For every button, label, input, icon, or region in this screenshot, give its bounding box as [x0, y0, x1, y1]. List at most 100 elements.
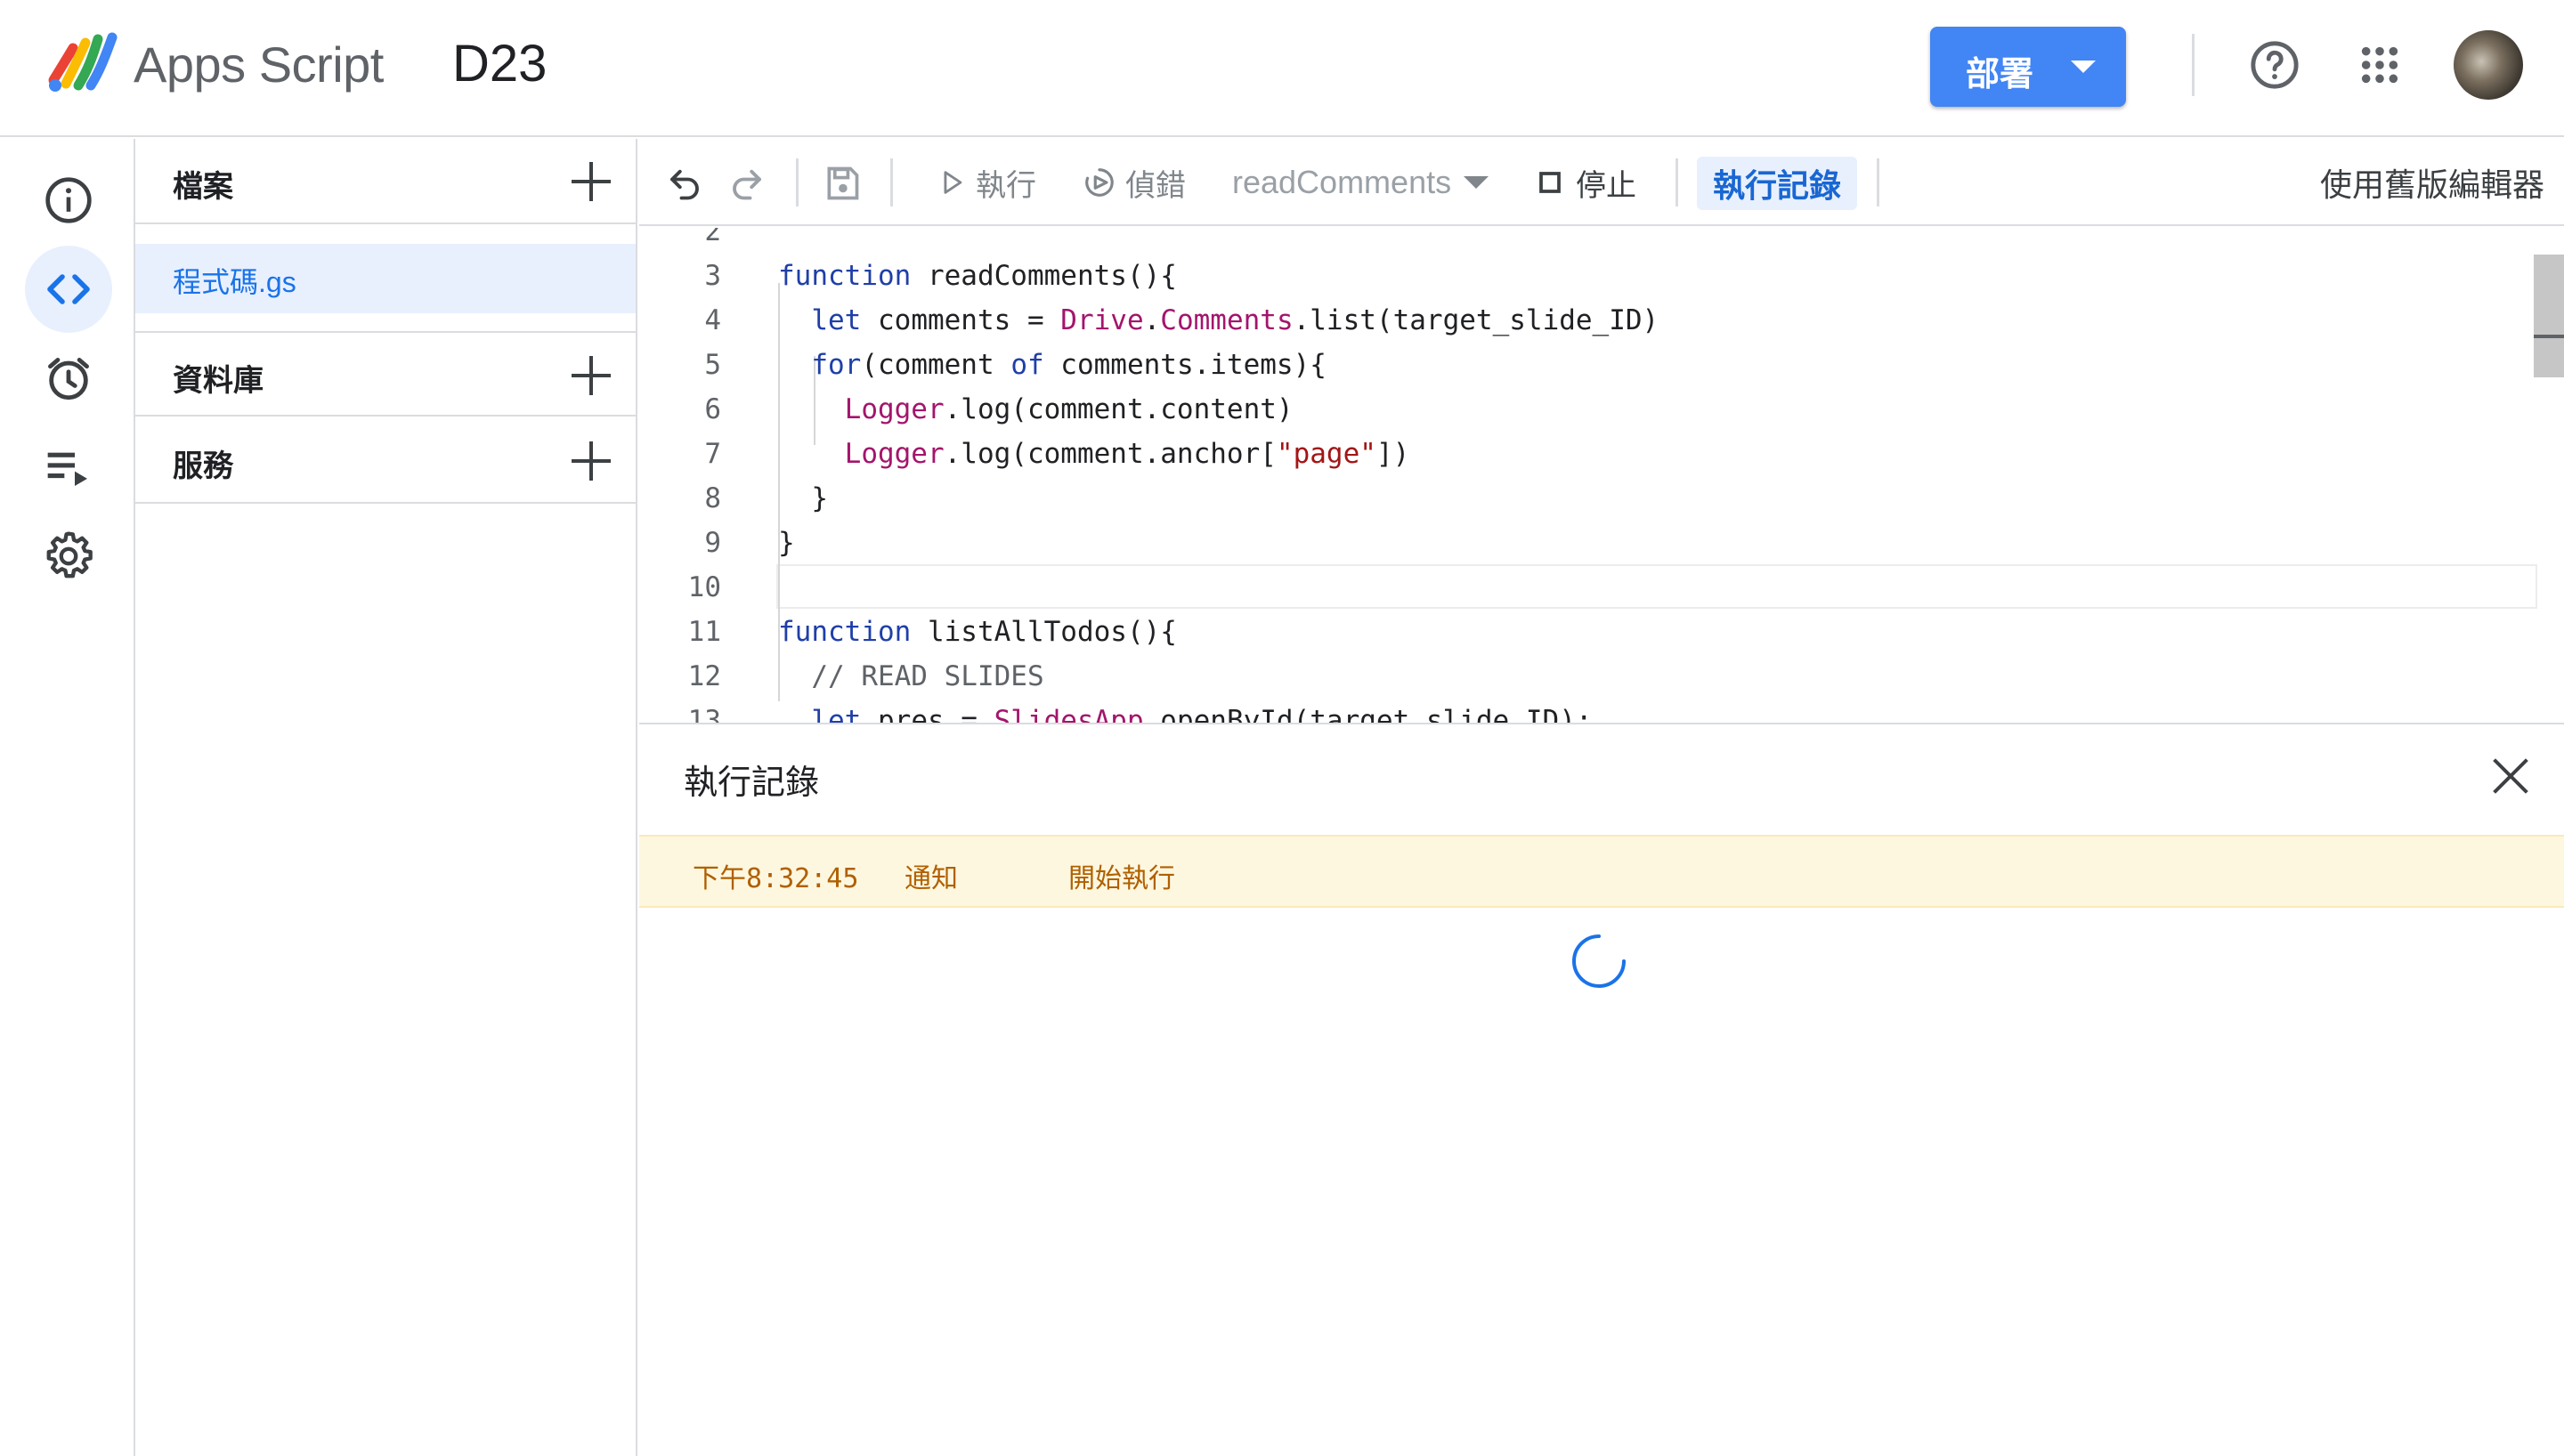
- line-number: 7: [704, 438, 721, 470]
- debug-button[interactable]: 偵錯: [1083, 139, 1186, 226]
- code-line: 9 }: [639, 520, 2536, 564]
- gear-icon: [46, 531, 93, 578]
- add-file-icon[interactable]: [572, 162, 611, 201]
- stop-icon: [1539, 172, 1561, 193]
- debug-icon: [1085, 168, 1114, 197]
- toolbar-divider: [890, 158, 893, 206]
- line-number: 8: [704, 482, 721, 514]
- line-number: 2: [704, 228, 721, 247]
- scrollbar-position-marker: [2534, 335, 2564, 338]
- editor-toolbar: 執行 偵錯 readComments 停止 執行記錄 使用舊版編輯器: [639, 139, 2564, 226]
- rail-executions[interactable]: [25, 424, 112, 511]
- toolbar-divider: [1676, 158, 1678, 206]
- code-text: Logger.log(comment.anchor["page"]): [844, 438, 1410, 470]
- line-number: 9: [704, 527, 721, 559]
- line-number: 3: [704, 260, 721, 292]
- account-avatar[interactable]: [2454, 30, 2523, 100]
- code-line: 6 Logger.log(comment.content): [639, 386, 2536, 431]
- deploy-button[interactable]: 部署: [1930, 27, 2126, 107]
- files-section-header: 檔案: [135, 139, 636, 224]
- project-title[interactable]: D23: [452, 34, 547, 93]
- function-select-value: readComments: [1232, 164, 1452, 200]
- code-line: 13 let pres = SlidesApp.openById(target_…: [639, 698, 2536, 723]
- navigation-rail: [0, 139, 135, 1456]
- code-line: 4 let comments = Drive.Comments.list(tar…: [639, 297, 2536, 342]
- code-line: 10: [639, 564, 2536, 609]
- line-number: 13: [687, 705, 721, 723]
- line-number: 4: [704, 304, 721, 336]
- libraries-section-header: 資料庫: [135, 331, 636, 417]
- code-text: Logger.log(comment.content): [844, 393, 1294, 425]
- file-name: 程式碼.gs: [173, 266, 296, 298]
- redo-icon[interactable]: [728, 164, 766, 201]
- chevron-down-icon: [2071, 61, 2096, 73]
- run-label: 執行: [976, 168, 1036, 203]
- line-number: 11: [687, 616, 721, 648]
- execution-log-panel: 執行記錄 下午8:32:45 通知 開始執行: [639, 723, 2564, 1456]
- services-title: 服務: [173, 449, 233, 483]
- code-text: let comments = Drive.Comments.list(targe…: [811, 304, 1659, 336]
- code-line: 8 }: [639, 475, 2536, 520]
- function-select[interactable]: readComments: [1232, 139, 1489, 226]
- rail-settings[interactable]: [25, 513, 112, 600]
- stop-button[interactable]: 停止: [1537, 139, 1636, 226]
- close-icon[interactable]: [2491, 756, 2530, 796]
- code-text: let pres = SlidesApp.openById(target_sli…: [811, 705, 1593, 723]
- rail-editor[interactable]: [25, 246, 112, 333]
- alarm-clock-icon: [48, 358, 89, 400]
- log-panel-title: 執行記錄: [684, 764, 820, 802]
- legacy-editor-button[interactable]: 使用舊版編輯器: [2320, 139, 2544, 226]
- libraries-title: 資料庫: [173, 364, 264, 398]
- code-icon: [47, 274, 90, 304]
- files-title: 檔案: [173, 170, 233, 204]
- rail-triggers[interactable]: [25, 335, 112, 422]
- code-line: 2: [639, 228, 2536, 253]
- add-service-icon[interactable]: [572, 441, 611, 481]
- code-text: }: [778, 527, 795, 559]
- undo-icon[interactable]: [666, 164, 703, 201]
- code-line: 7 Logger.log(comment.anchor["page"]): [639, 431, 2536, 475]
- line-number: 6: [704, 393, 721, 425]
- log-message: 開始執行: [1068, 864, 1175, 894]
- rail-overview[interactable]: [25, 157, 112, 244]
- editor-scrollbar[interactable]: [2534, 255, 2564, 377]
- line-number: 10: [687, 571, 721, 603]
- play-icon: [944, 171, 962, 194]
- log-time: 下午8:32:45: [693, 863, 859, 894]
- code-line: 11 function listAllTodos(){: [639, 609, 2536, 653]
- code-text: // READ SLIDES: [811, 660, 1044, 692]
- debug-label: 偵錯: [1125, 168, 1186, 203]
- code-text: for(comment of comments.items){: [811, 349, 1327, 381]
- apps-grid-icon[interactable]: [2359, 44, 2400, 85]
- apps-script-logo: [48, 32, 118, 92]
- deploy-label: 部署: [1966, 56, 2034, 93]
- executions-list-icon: [47, 452, 87, 486]
- services-section-header: 服務: [135, 418, 636, 504]
- code-line: 5 for(comment of comments.items){: [639, 342, 2536, 386]
- file-item[interactable]: 程式碼.gs: [135, 244, 636, 313]
- app-name: Apps Script: [134, 36, 384, 93]
- code-line: 3 function readComments(){: [639, 253, 2536, 297]
- help-icon[interactable]: [2249, 39, 2300, 91]
- header-divider: [2192, 34, 2195, 96]
- files-panel: 檔案 程式碼.gs 資料庫 服務: [135, 139, 637, 1456]
- code-text: function readComments(){: [778, 260, 1177, 292]
- loading-spinner-icon: [1572, 934, 1626, 988]
- line-number: 5: [704, 349, 721, 381]
- code-editor[interactable]: 2 3 function readComments(){ 4 let comme…: [639, 228, 2564, 723]
- log-entry-row: 下午8:32:45 通知 開始執行: [639, 835, 2564, 908]
- top-app-bar: Apps Script D23 部署: [0, 0, 2564, 137]
- run-button[interactable]: 執行: [937, 139, 1036, 226]
- stop-label: 停止: [1576, 168, 1636, 203]
- save-icon[interactable]: [823, 164, 862, 203]
- info-icon: [45, 177, 92, 223]
- toolbar-divider: [1877, 158, 1879, 206]
- line-number: 12: [687, 660, 721, 692]
- toolbar-divider: [796, 158, 799, 206]
- code-text: }: [778, 482, 828, 514]
- chevron-down-icon: [1464, 176, 1489, 189]
- code-text: function listAllTodos(){: [778, 616, 1177, 648]
- execution-log-button[interactable]: 執行記錄: [1697, 157, 1857, 210]
- add-library-icon[interactable]: [572, 356, 611, 395]
- log-level: 通知: [905, 864, 958, 894]
